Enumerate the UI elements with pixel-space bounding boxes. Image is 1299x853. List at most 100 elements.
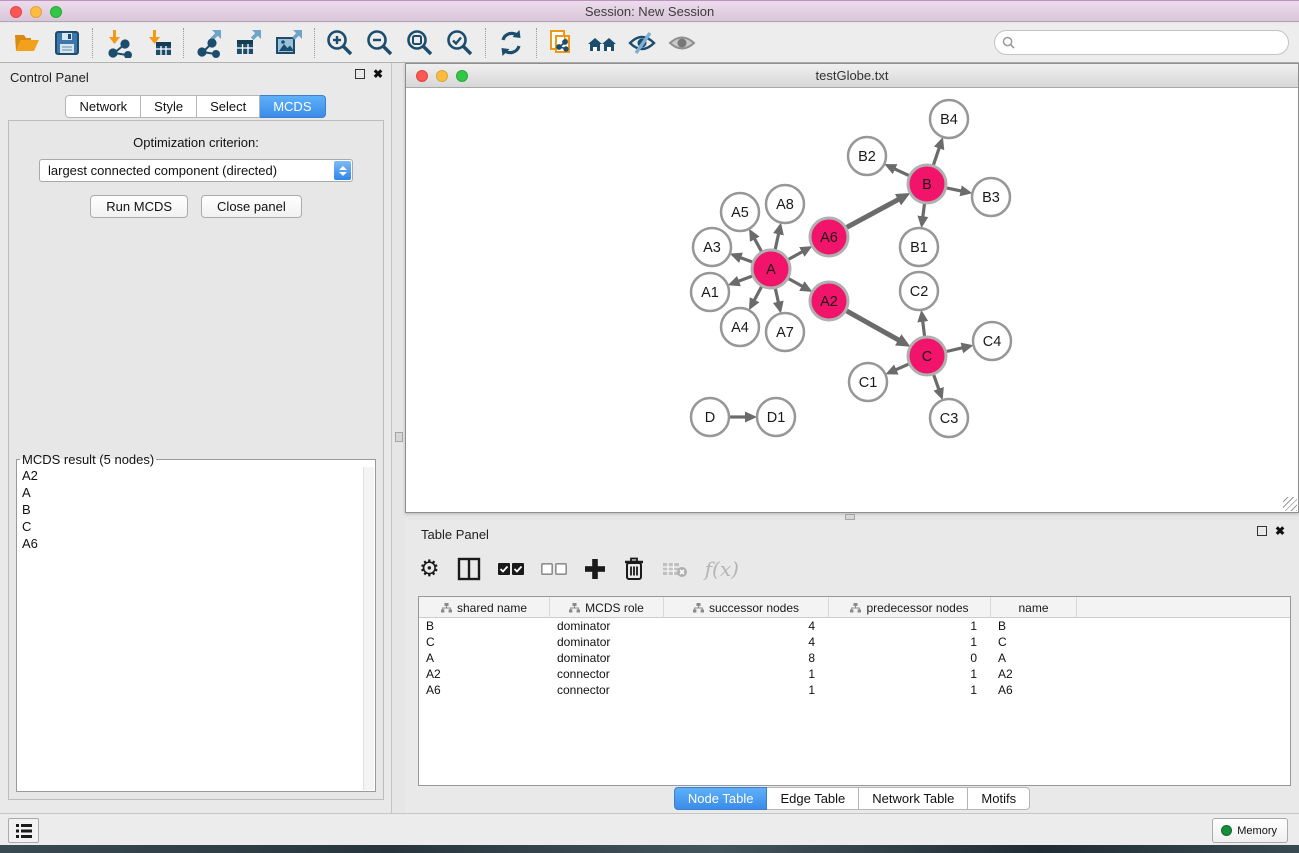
tab-motifs[interactable]: Motifs — [968, 787, 1030, 810]
table-row[interactable]: Cdominator41C — [419, 634, 1290, 650]
refresh-view-icon[interactable] — [494, 27, 528, 59]
mcds-result-item[interactable]: A2 — [18, 467, 362, 484]
graph-node-C4[interactable]: C4 — [973, 322, 1011, 360]
graph-node-B3[interactable]: B3 — [972, 178, 1010, 216]
table-cell[interactable]: 0 — [829, 650, 991, 666]
mcds-result-item[interactable]: A6 — [18, 535, 362, 552]
graph-node-A6[interactable]: A6 — [810, 218, 848, 256]
graph-edge-A-A1[interactable] — [738, 276, 752, 281]
table-cell[interactable]: C — [991, 634, 1077, 650]
graph-node-A3[interactable]: A3 — [693, 228, 731, 266]
graph-node-C2[interactable]: C2 — [900, 272, 938, 310]
export-image-icon[interactable] — [272, 27, 306, 59]
table-cell[interactable]: C — [419, 634, 550, 650]
export-table-icon[interactable] — [232, 27, 266, 59]
new-network-from-selection-icon[interactable] — [545, 27, 579, 59]
graph-edge-A-A3[interactable] — [740, 257, 752, 262]
criterion-dropdown[interactable]: largest connected component (directed) — [39, 159, 353, 182]
column-header-MCDS-role[interactable]: MCDS role — [550, 597, 664, 618]
close-table-panel-icon[interactable]: ✖ — [1275, 526, 1285, 536]
table-cell[interactable]: A2 — [991, 666, 1077, 682]
table-cell[interactable]: 1 — [829, 682, 991, 698]
table-cell[interactable]: dominator — [550, 634, 664, 650]
float-table-panel-icon[interactable] — [1257, 526, 1267, 536]
network-canvas[interactable]: B4B2BB3A8A5A6A3B1AA1C2A2A4A7C4CC1DD1C3 — [406, 88, 1298, 512]
graph-node-B2[interactable]: B2 — [848, 137, 886, 175]
table-row[interactable]: Bdominator41B — [419, 618, 1290, 634]
graph-edge-B-B2[interactable] — [894, 169, 909, 176]
table-cell[interactable]: dominator — [550, 618, 664, 634]
run-mcds-button[interactable]: Run MCDS — [90, 195, 188, 218]
graph-node-A2[interactable]: A2 — [810, 282, 848, 320]
table-cell[interactable]: connector — [550, 666, 664, 682]
tab-edge-table[interactable]: Edge Table — [767, 787, 859, 810]
table-row[interactable]: A6connector11A6 — [419, 682, 1290, 698]
table-cell[interactable]: 4 — [664, 618, 829, 634]
save-session-icon[interactable] — [50, 27, 84, 59]
table-cell[interactable]: A — [991, 650, 1077, 666]
tab-node-table[interactable]: Node Table — [674, 787, 768, 810]
graph-node-A1[interactable]: A1 — [691, 273, 729, 311]
graph-edge-B-B3[interactable] — [947, 188, 962, 191]
column-header-name[interactable]: name — [991, 597, 1077, 618]
table-cell[interactable]: 4 — [664, 634, 829, 650]
graph-node-C3[interactable]: C3 — [930, 399, 968, 437]
graph-node-A[interactable]: A — [752, 250, 790, 288]
graph-edge-A-A8[interactable] — [775, 233, 778, 249]
float-panel-icon[interactable] — [355, 69, 365, 79]
column-header-predecessor-nodes[interactable]: predecessor nodes — [829, 597, 991, 618]
table-cell[interactable]: A6 — [991, 682, 1077, 698]
export-network-icon[interactable] — [192, 27, 226, 59]
vertical-divider-handle[interactable] — [395, 432, 403, 442]
first-neighbors-icon[interactable] — [585, 27, 619, 59]
graph-edge-A2-C[interactable] — [846, 311, 899, 341]
graph-edge-C-C2[interactable] — [923, 321, 925, 336]
table-options-gear-icon[interactable]: ⚙ — [419, 555, 440, 583]
graph-node-C1[interactable]: C1 — [849, 363, 887, 401]
table-cell[interactable]: 1 — [829, 666, 991, 682]
graph-node-A7[interactable]: A7 — [766, 313, 804, 351]
graph-node-A4[interactable]: A4 — [721, 308, 759, 346]
graph-node-B1[interactable]: B1 — [900, 228, 938, 266]
table-row[interactable]: A2connector11A2 — [419, 666, 1290, 682]
tab-network[interactable]: Network — [65, 95, 141, 118]
mcds-result-item[interactable]: A — [18, 484, 362, 501]
graph-edge-C-C4[interactable] — [946, 348, 962, 352]
zoom-fit-icon[interactable] — [403, 27, 437, 59]
graph-edge-A-A4[interactable] — [754, 287, 761, 301]
search-input[interactable] — [994, 30, 1289, 55]
table-cell[interactable]: B — [419, 618, 550, 634]
add-column-icon[interactable] — [584, 555, 606, 583]
graph-edge-A-A2[interactable] — [789, 279, 803, 287]
close-panel-button[interactable]: Close panel — [201, 195, 302, 218]
graph-edge-C-C3[interactable] — [934, 375, 939, 390]
zoom-out-icon[interactable] — [363, 27, 397, 59]
table-cell[interactable]: A — [419, 650, 550, 666]
graph-node-A5[interactable]: A5 — [721, 193, 759, 231]
mcds-result-item[interactable]: B — [18, 501, 362, 518]
graph-node-C[interactable]: C — [908, 337, 946, 375]
graph-edge-A6-B[interactable] — [847, 199, 899, 227]
select-all-rows-icon[interactable] — [498, 555, 524, 583]
graph-edge-A-A7[interactable] — [775, 289, 778, 303]
table-row[interactable]: Adominator80A — [419, 650, 1290, 666]
network-graph[interactable]: B4B2BB3A8A5A6A3B1AA1C2A2A4A7C4CC1DD1C3 — [406, 88, 1298, 512]
zoom-selected-icon[interactable] — [443, 27, 477, 59]
graph-node-D[interactable]: D — [691, 398, 729, 436]
import-network-icon[interactable] — [101, 27, 135, 59]
table-cell[interactable]: 1 — [664, 682, 829, 698]
table-cell[interactable]: A6 — [419, 682, 550, 698]
hide-selected-eye-icon[interactable] — [625, 27, 659, 59]
open-session-icon[interactable] — [10, 27, 44, 59]
graph-edge-C-C1[interactable] — [895, 364, 908, 370]
mcds-result-list[interactable]: A2ABCA6 — [18, 467, 362, 790]
mcds-result-scrollbar[interactable] — [363, 467, 374, 790]
graph-edge-A-A6[interactable] — [789, 251, 803, 259]
graph-node-B4[interactable]: B4 — [930, 100, 968, 138]
graph-node-B[interactable]: B — [908, 165, 946, 203]
tab-mcds[interactable]: MCDS — [260, 95, 325, 118]
table-cell[interactable]: 1 — [664, 666, 829, 682]
tab-select[interactable]: Select — [197, 95, 260, 118]
window-resize-grip[interactable] — [1283, 497, 1297, 511]
deselect-all-rows-icon[interactable] — [541, 555, 567, 583]
